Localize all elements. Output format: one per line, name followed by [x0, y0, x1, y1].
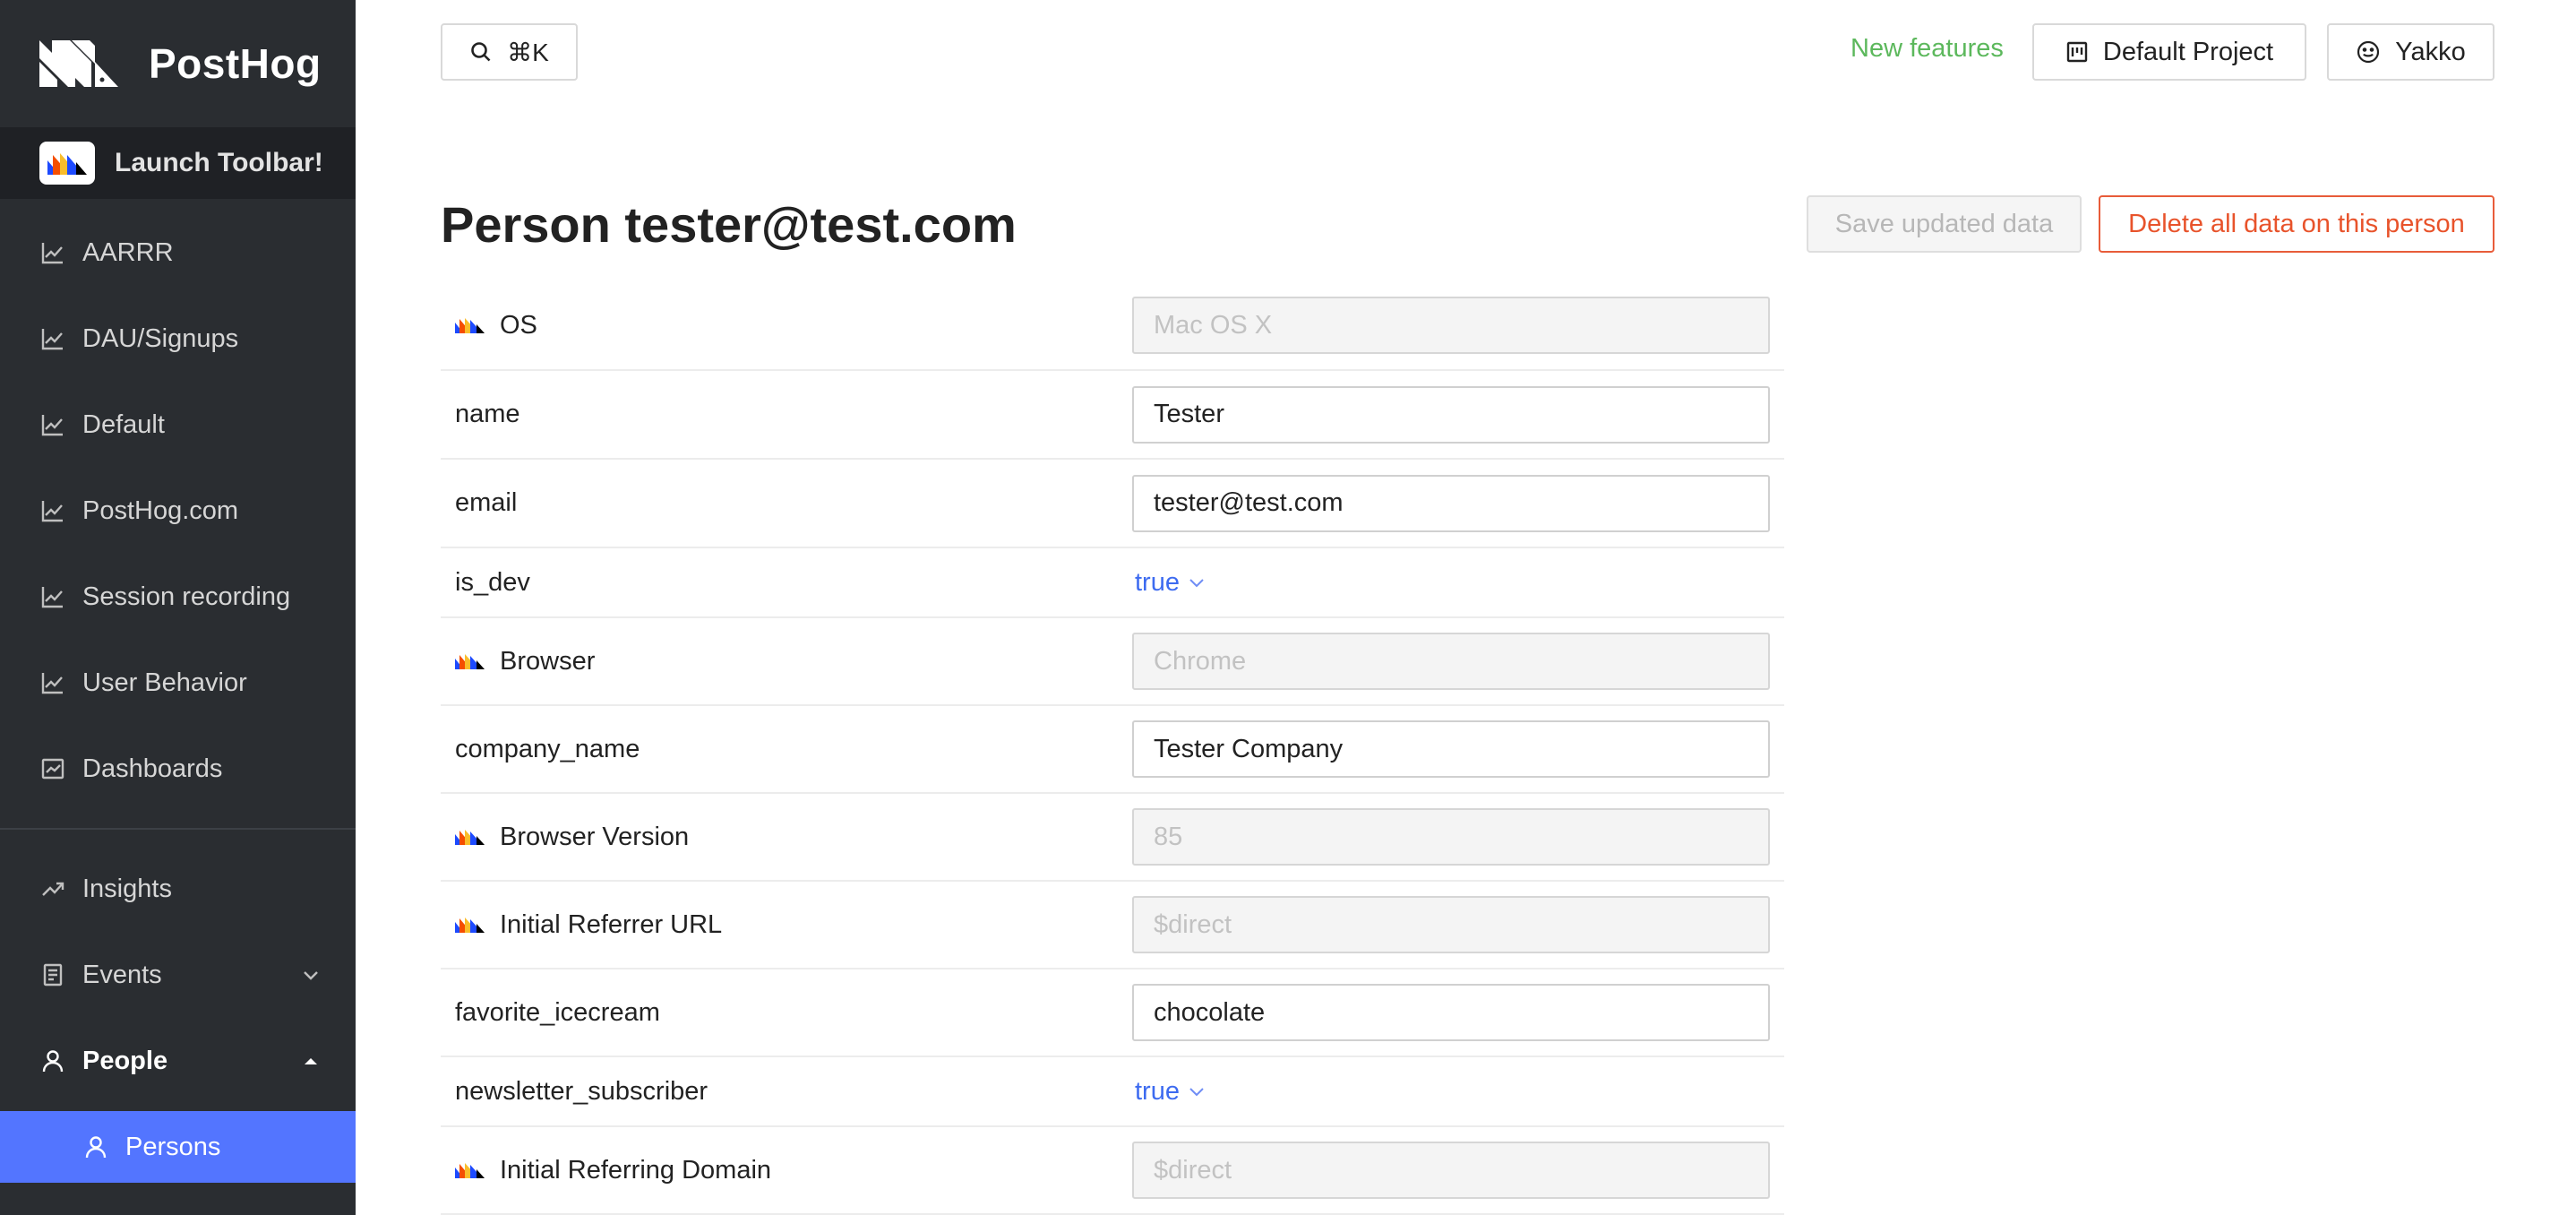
company-name-field[interactable]	[1132, 720, 1770, 778]
property-row: is_dev true	[441, 548, 1784, 618]
sidebar-item-label: Default	[82, 409, 165, 439]
sidebar-divider	[0, 828, 356, 830]
property-key: company_name	[455, 734, 640, 763]
sidebar-item-label: DAU/Signups	[82, 323, 239, 353]
posthog-property-icon	[455, 916, 485, 934]
sidebar-item-session-recording[interactable]: Session recording	[0, 554, 356, 640]
posthog-property-icon	[455, 316, 485, 334]
property-key: favorite_icecream	[455, 997, 660, 1027]
sidebar-item-posthog-com[interactable]: PostHog.com	[0, 468, 356, 554]
user-menu-button[interactable]: Yakko	[2327, 23, 2494, 81]
line-chart-icon	[39, 411, 66, 438]
logo[interactable]: PostHog	[0, 0, 356, 127]
is-dev-select[interactable]: true	[1135, 568, 1205, 598]
property-row: Initial Referrer URL	[441, 882, 1784, 969]
chevron-down-icon[interactable]	[302, 963, 320, 987]
chevron-up-icon[interactable]	[302, 1049, 320, 1073]
user-icon	[82, 1133, 109, 1160]
sidebar-item-dashboards[interactable]: Dashboards	[0, 726, 356, 812]
browser-field	[1132, 633, 1770, 690]
line-chart-icon	[39, 325, 66, 352]
property-key: OS	[441, 311, 1132, 340]
line-chart-icon	[39, 239, 66, 266]
property-row: email	[441, 460, 1784, 548]
property-key: Browser	[441, 647, 1132, 676]
container-icon	[39, 961, 66, 988]
line-chart-icon	[39, 669, 66, 696]
property-row: Initial Referring Domain	[441, 1127, 1784, 1215]
sidebar: PostHog Launch Toolbar! AARRR DAU/Signup…	[0, 0, 356, 1215]
property-row: OS	[441, 281, 1784, 371]
browser-version-field	[1132, 808, 1770, 866]
sidebar-item-persons[interactable]: Persons	[0, 1111, 356, 1183]
sidebar-item-label: Session recording	[82, 582, 291, 611]
sidebar-item-insights[interactable]: Insights	[0, 846, 356, 932]
posthog-property-icon	[455, 652, 485, 670]
posthog-property-icon	[455, 1161, 485, 1179]
new-features-link[interactable]: New features	[1850, 34, 2004, 64]
rise-icon	[39, 875, 66, 902]
sidebar-item-label: People	[82, 1046, 168, 1075]
property-key: newsletter_subscriber	[455, 1076, 708, 1106]
sidebar-item-label: Insights	[82, 874, 172, 903]
project-switcher-button[interactable]: Default Project	[2032, 23, 2306, 81]
initial-referrer-url-field	[1132, 896, 1770, 953]
user-name: Yakko	[2395, 37, 2466, 66]
dashboard-icon	[39, 755, 66, 782]
sidebar-item-people[interactable]: People	[0, 1018, 356, 1104]
property-row: company_name	[441, 706, 1784, 794]
launch-toolbar-label: Launch Toolbar!	[115, 148, 323, 177]
property-row: name	[441, 371, 1784, 460]
sidebar-item-dau-signups[interactable]: DAU/Signups	[0, 296, 356, 382]
favorite-icecream-field[interactable]	[1132, 984, 1770, 1041]
app-name: PostHog	[149, 40, 322, 87]
posthog-logo-icon	[39, 40, 122, 87]
page-title: Person tester@test.com	[441, 196, 1017, 253]
sidebar-item-label: AARRR	[82, 237, 174, 267]
search-shortcut: ⌘K	[507, 38, 549, 66]
toolbar-logo-icon	[39, 142, 95, 185]
smile-icon	[2356, 39, 2381, 65]
project-icon	[2065, 40, 2089, 64]
sidebar-item-label: Persons	[125, 1132, 221, 1161]
property-row: favorite_icecream	[441, 969, 1784, 1057]
property-row: Browser Version	[441, 794, 1784, 882]
sidebar-item-events[interactable]: Events	[0, 932, 356, 1018]
chevron-down-icon	[1189, 1082, 1205, 1101]
sidebar-item-label: Dashboards	[82, 754, 223, 783]
property-key: Browser Version	[441, 823, 1132, 852]
sidebar-item-aarrr[interactable]: AARRR	[0, 210, 356, 296]
sidebar-item-label: PostHog.com	[82, 495, 239, 525]
initial-referring-domain-field	[1132, 1142, 1770, 1199]
property-key: is_dev	[455, 567, 530, 597]
property-key: name	[455, 400, 520, 428]
line-chart-icon	[39, 583, 66, 610]
sidebar-item-user-behavior[interactable]: User Behavior	[0, 640, 356, 726]
os-field	[1132, 297, 1770, 354]
property-row: newsletter_subscriber true	[441, 1057, 1784, 1127]
property-row: Browser	[441, 618, 1784, 706]
chevron-down-icon	[1189, 573, 1205, 592]
user-icon	[39, 1047, 66, 1074]
property-key: email	[455, 488, 518, 517]
sidebar-item-label: User Behavior	[82, 668, 247, 697]
email-field[interactable]	[1132, 474, 1770, 532]
launch-toolbar-button[interactable]: Launch Toolbar!	[0, 127, 356, 199]
search-button[interactable]: ⌘K	[441, 23, 578, 81]
sidebar-item-default[interactable]: Default	[0, 382, 356, 468]
line-chart-icon	[39, 497, 66, 524]
property-key: Initial Referring Domain	[441, 1156, 1132, 1185]
name-field[interactable]	[1132, 385, 1770, 444]
search-icon	[471, 42, 491, 62]
sidebar-item-label: Events	[82, 960, 162, 989]
property-key: Initial Referrer URL	[441, 910, 1132, 940]
save-button[interactable]: Save updated data	[1807, 195, 2082, 253]
posthog-property-icon	[455, 828, 485, 846]
project-name: Default Project	[2102, 37, 2274, 66]
delete-person-button[interactable]: Delete all data on this person	[2099, 195, 2494, 253]
person-properties-table: OS name email is_dev true Browser compan…	[441, 281, 1784, 1215]
newsletter-subscriber-select[interactable]: true	[1135, 1077, 1205, 1107]
